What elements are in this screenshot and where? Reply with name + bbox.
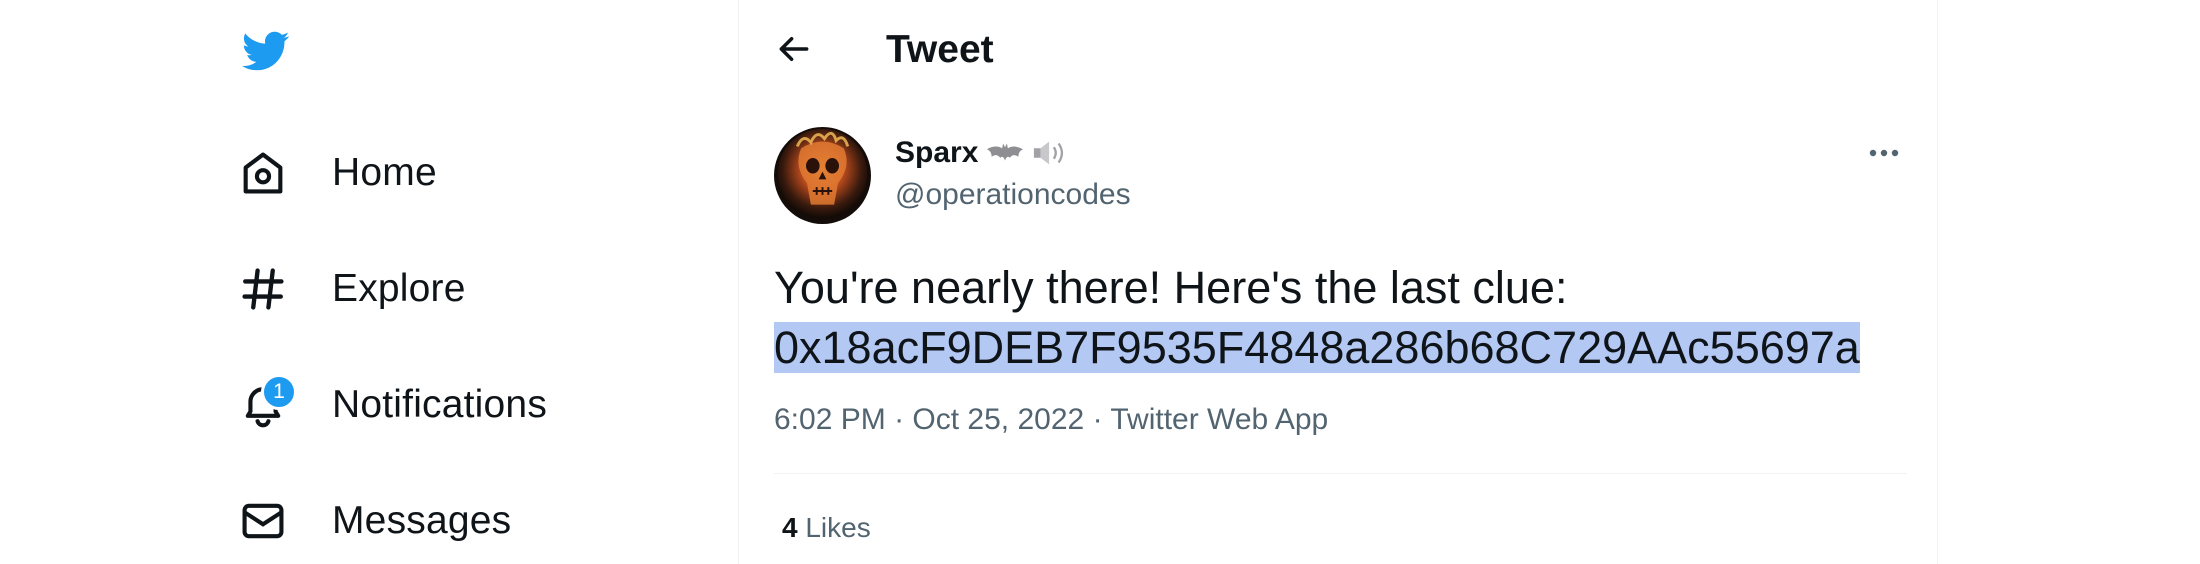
- sidebar-item-messages[interactable]: Messages: [236, 486, 511, 556]
- sidebar-item-label: Home: [332, 151, 437, 194]
- twitter-bird-icon: [241, 31, 290, 71]
- likes-label: Likes: [805, 512, 871, 543]
- back-button[interactable]: [769, 24, 819, 74]
- divider: [774, 473, 1907, 474]
- sidebar-item-notifications[interactable]: 1 Notifications: [236, 370, 547, 440]
- author-display-name[interactable]: Sparx: [895, 136, 1070, 170]
- tweet-date[interactable]: Oct 25, 2022: [912, 403, 1084, 436]
- tweet-metadata: 6:02 PM · Oct 25, 2022 · Twitter Web App: [774, 403, 1328, 437]
- page-header: Tweet: [739, 0, 1937, 100]
- bell-icon: 1: [236, 374, 297, 432]
- tweet-text-line: You're nearly there! Here's the last clu…: [774, 262, 1568, 313]
- more-horizontal-icon: [1869, 149, 1899, 157]
- sidebar: Home Explore 1 Notifications Messages: [0, 0, 738, 564]
- meta-separator: ·: [894, 403, 905, 436]
- hashtag-icon: [236, 262, 290, 316]
- sidebar-item-home[interactable]: Home: [236, 138, 437, 208]
- speaker-icon: [1032, 139, 1070, 167]
- more-options-button[interactable]: [1861, 136, 1907, 170]
- sidebar-item-label: Messages: [332, 499, 512, 542]
- tweet-source[interactable]: Twitter Web App: [1110, 403, 1328, 436]
- likes-count: 4: [782, 512, 798, 543]
- back-arrow-icon: [779, 36, 809, 62]
- flaming-skull-avatar: [774, 127, 871, 224]
- sidebar-item-label: Notifications: [332, 383, 548, 426]
- meta-separator: ·: [1092, 403, 1103, 436]
- tweet-detail-column: Tweet Sparx @operationcodes You're nearl…: [738, 0, 1938, 564]
- tweet-text-line-selected: 0x18acF9DEB7F9535F4848a286b68C729AAc5569…: [774, 318, 1914, 378]
- selected-text: 0x18acF9DEB7F9535F4848a286b68C729AAc5569…: [774, 322, 1860, 373]
- author-avatar[interactable]: [774, 127, 871, 224]
- sidebar-item-explore[interactable]: Explore: [236, 254, 466, 324]
- twitter-logo-icon[interactable]: [236, 26, 294, 76]
- tweet-text: You're nearly there! Here's the last clu…: [774, 258, 1914, 378]
- likes-link[interactable]: 4 Likes: [782, 512, 871, 544]
- notification-badge: 1: [261, 374, 297, 410]
- envelope-icon: [236, 494, 290, 548]
- author-handle[interactable]: @operationcodes: [895, 178, 1131, 212]
- home-icon: [236, 146, 290, 200]
- author-name-text: Sparx: [895, 136, 979, 169]
- tweet-time[interactable]: 6:02 PM: [774, 403, 886, 436]
- page-title: Tweet: [886, 28, 994, 71]
- bat-emoji-icon: [986, 140, 1024, 166]
- sidebar-item-label: Explore: [332, 267, 466, 310]
